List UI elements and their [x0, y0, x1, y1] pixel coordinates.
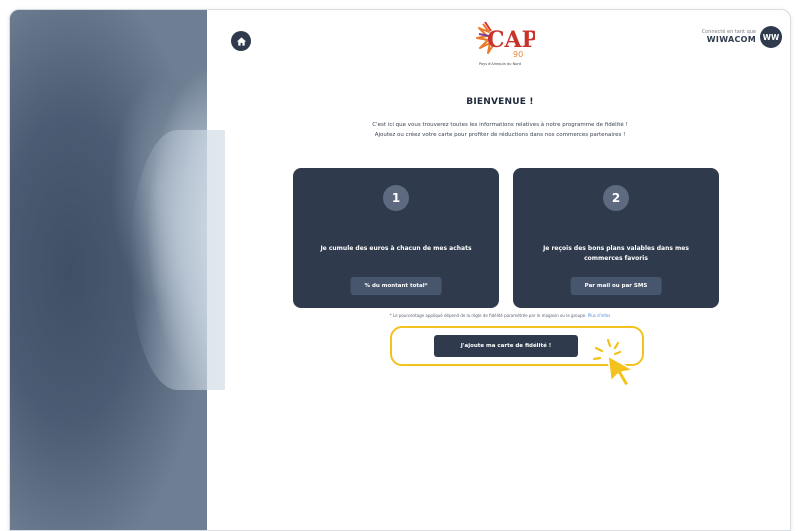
browser-frame: CAP 90 Pays d'Arlequin du Nord Connecté … [9, 9, 791, 531]
avatar[interactable]: WW [760, 26, 782, 48]
loyalty-card-step-1: 1 Je cumule des euros à chacun de mes ac… [293, 168, 499, 308]
home-button[interactable] [231, 31, 251, 51]
page-title: BIENVENUE ! [466, 97, 534, 107]
logo-letters: CAP [487, 27, 535, 53]
mail-sms-button[interactable]: Par mail ou par SMS [570, 277, 662, 295]
account-badge[interactable]: Connecté en tant que WIWACOM WW [702, 26, 782, 48]
more-info-link[interactable]: Plus d'infos [588, 313, 611, 318]
home-icon [236, 36, 246, 46]
intro-text: C'est ici que vous trouverez toutes les … [208, 120, 790, 140]
account-name: WIWACOM [706, 35, 756, 44]
cap-logo[interactable]: CAP 90 Pays d'Arlequin du Nord [465, 14, 538, 72]
intro-line-2: Ajoutez ou créez votre carte pour profit… [374, 132, 626, 138]
loyalty-card-step-2: 2 Je reçois des bons plans valables dans… [513, 168, 719, 308]
logo-graphic: CAP 90 [476, 21, 538, 59]
pointer-cursor-icon [592, 338, 634, 387]
add-loyalty-card-button[interactable]: J'ajoute ma carte de fidélité ! [434, 335, 578, 357]
step-number: 1 [383, 185, 409, 211]
intro-line-1: C'est ici que vous trouverez toutes les … [372, 122, 628, 128]
footnote-text: * Le pourcentage appliqué dépend de la r… [389, 313, 587, 318]
account-text: Connecté en tant que WIWACOM [702, 29, 756, 45]
footnote: * Le pourcentage appliqué dépend de la r… [208, 313, 790, 318]
step-description: Je cumule des euros à chacun de mes acha… [320, 245, 472, 252]
percent-total-button[interactable]: % du montant total* [350, 277, 442, 295]
step-description: Je reçois des bons plans valables dans m… [543, 245, 689, 262]
background-photo [10, 10, 225, 530]
logo-subtext: 90 [513, 50, 523, 59]
click-burst-icon [592, 338, 622, 361]
logo-caption: Pays d'Arlequin du Nord [479, 62, 521, 66]
step-number: 2 [603, 185, 629, 211]
